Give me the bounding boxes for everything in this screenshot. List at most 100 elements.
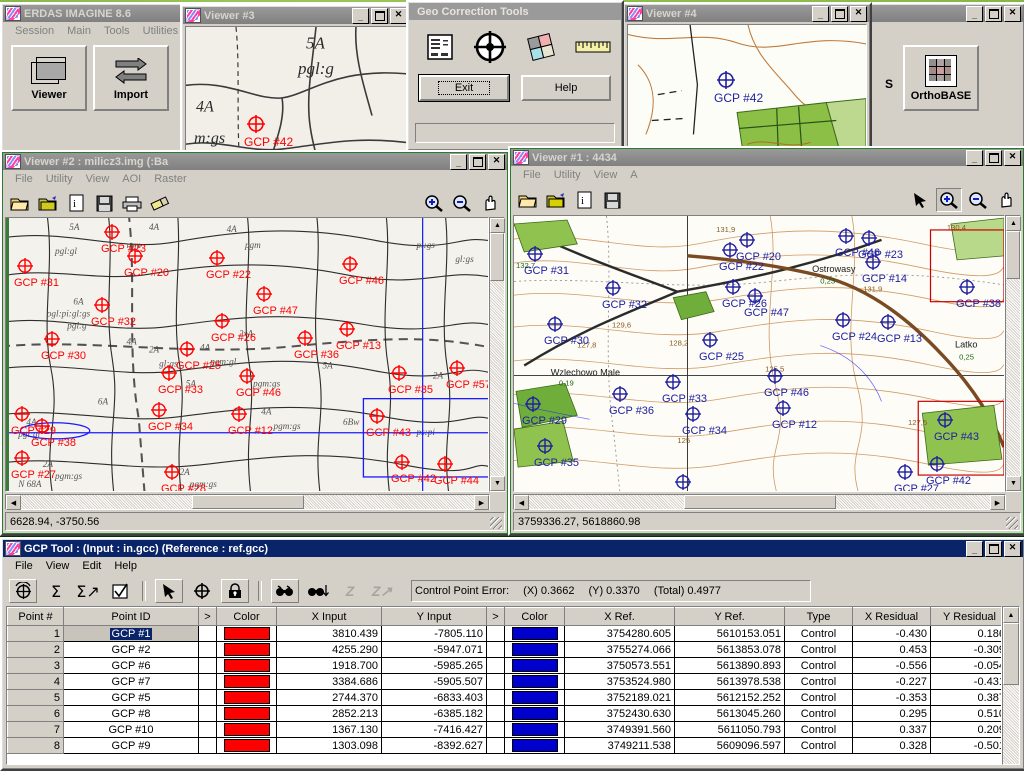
y-residual-cell[interactable]: 0.209 xyxy=(930,721,1001,738)
input-color-cell[interactable] xyxy=(216,705,277,722)
color-swatch[interactable] xyxy=(223,691,270,704)
type-cell[interactable]: Control xyxy=(784,689,853,706)
scroll-track[interactable] xyxy=(1003,685,1019,764)
y-residual-cell[interactable]: -0.054 xyxy=(930,657,1001,674)
x-residual-cell[interactable]: 0.337 xyxy=(852,721,931,738)
y-input-cell[interactable]: -5947.071 xyxy=(381,641,487,658)
close-button[interactable]: ✕ xyxy=(390,7,407,24)
ref-color-cell[interactable] xyxy=(504,721,565,738)
menu-main[interactable]: Main xyxy=(61,24,98,38)
image-mosaic-icon[interactable] xyxy=(525,31,557,66)
point-number-cell[interactable]: 7 xyxy=(7,721,64,738)
gcp-column-header[interactable]: X Residual xyxy=(852,607,931,626)
x-ref-cell[interactable]: 3753524.980 xyxy=(564,673,675,690)
erdas-window-controls[interactable]: _ ✕ xyxy=(966,5,1021,22)
select-gcp-tool-icon[interactable] xyxy=(9,579,37,603)
gcp-window-controls[interactable]: _ ✕ xyxy=(966,540,1021,557)
ref-color-cell[interactable] xyxy=(504,625,565,642)
scroll-thumb[interactable] xyxy=(490,233,504,281)
y-residual-cell[interactable]: -0.309 xyxy=(930,641,1001,658)
x-input-cell[interactable]: 3810.439 xyxy=(276,625,382,642)
y-input-cell[interactable]: -5985.265 xyxy=(381,657,487,674)
scroll-track[interactable] xyxy=(21,495,192,509)
color-swatch[interactable] xyxy=(511,723,558,736)
expand-input-cell[interactable] xyxy=(198,673,217,690)
color-swatch[interactable] xyxy=(511,691,558,704)
point-id-cell[interactable]: GCP #5 xyxy=(63,689,199,706)
gcp-tool-titlebar[interactable]: GCP Tool : (Input : in.gcc) (Reference :… xyxy=(3,540,1023,557)
menu-edit[interactable]: Edit xyxy=(76,559,108,573)
y-residual-cell[interactable]: 0.510 xyxy=(930,705,1001,722)
x-ref-cell[interactable]: 3750573.551 xyxy=(564,657,675,674)
viewer2-map-canvas[interactable]: 5A 4A 4A pgl:gl rgm pgm 6A ogl:pi:gl:gs pgl:g … xyxy=(5,217,489,492)
point-id-cell[interactable]: GCP #10 xyxy=(63,721,199,738)
pan-icon[interactable] xyxy=(478,192,502,214)
x-input-cell[interactable]: 1303.098 xyxy=(276,737,382,754)
menu-aoi[interactable]: AOI xyxy=(116,172,148,186)
scroll-thumb[interactable] xyxy=(683,495,836,509)
maximize-button[interactable] xyxy=(985,149,1002,166)
color-swatch[interactable] xyxy=(223,643,270,656)
ref-color-cell[interactable] xyxy=(504,641,565,658)
gcp-table-body[interactable]: 1 GCP #1 3810.439 -7805.110 3754280.605 56101… xyxy=(7,625,1001,754)
gcp-column-header[interactable]: X Input xyxy=(276,607,382,626)
sigma-icon[interactable]: Σ xyxy=(43,580,69,602)
gcp-column-header[interactable]: X Ref. xyxy=(564,607,675,626)
point-id-cell[interactable]: GCP #2 xyxy=(63,641,199,658)
eraser-icon[interactable] xyxy=(148,192,172,214)
menu-utilities[interactable]: Utilities xyxy=(137,24,185,38)
x-ref-cell[interactable]: 3749211.538 xyxy=(564,737,675,754)
input-color-cell[interactable] xyxy=(216,721,277,738)
gcp-column-header[interactable]: Point ID xyxy=(63,607,199,626)
y-input-cell[interactable]: -5905.507 xyxy=(381,673,487,690)
y-ref-cell[interactable]: 5612152.252 xyxy=(674,689,785,706)
open-icon[interactable] xyxy=(8,192,32,214)
menu-view[interactable]: View xyxy=(40,559,77,573)
table-row[interactable]: 4 GCP #7 3384.686 -5905.507 3753524.980 56139… xyxy=(7,673,1001,690)
y-input-cell[interactable]: -8392.627 xyxy=(381,737,487,754)
color-swatch[interactable] xyxy=(223,627,270,640)
expand-ref-cell[interactable] xyxy=(486,657,505,674)
x-residual-cell[interactable]: 0.328 xyxy=(852,737,931,754)
x-residual-cell[interactable]: -0.430 xyxy=(852,625,931,642)
input-color-cell[interactable] xyxy=(216,625,277,642)
point-number-cell[interactable]: 3 xyxy=(7,657,64,674)
x-ref-cell[interactable]: 3752189.021 xyxy=(564,689,675,706)
type-cell[interactable]: Control xyxy=(784,737,853,754)
gcp-column-header[interactable]: > xyxy=(198,607,217,626)
maximize-button[interactable] xyxy=(831,5,848,22)
viewer3-gcp-marker[interactable]: GCP #42 xyxy=(244,115,340,152)
viewer1-window-controls[interactable]: _ ✕ xyxy=(966,149,1021,166)
point-number-cell[interactable]: 2 xyxy=(7,641,64,658)
x-input-cell[interactable]: 4255.290 xyxy=(276,641,382,658)
import-button[interactable]: Import xyxy=(93,45,169,111)
color-swatch[interactable] xyxy=(511,643,558,656)
scroll-thumb[interactable] xyxy=(191,495,304,509)
save-icon[interactable] xyxy=(92,192,116,214)
y-ref-cell[interactable]: 5613045.260 xyxy=(674,705,785,722)
scroll-up-button[interactable]: ▲ xyxy=(490,218,505,233)
minimize-button[interactable]: _ xyxy=(966,149,983,166)
color-swatch[interactable] xyxy=(223,675,270,688)
expand-input-cell[interactable] xyxy=(198,689,217,706)
y-ref-cell[interactable]: 5613978.538 xyxy=(674,673,785,690)
x-input-cell[interactable]: 2744.370 xyxy=(276,689,382,706)
match-gcp-icon[interactable] xyxy=(271,579,299,603)
close-button[interactable]: ✕ xyxy=(1004,5,1021,22)
scroll-left-button[interactable]: ◀ xyxy=(6,495,21,510)
x-residual-cell[interactable]: -0.227 xyxy=(852,673,931,690)
viewer1-horizontal-scrollbar[interactable]: ◀ ▶ xyxy=(513,494,1006,510)
viewer2-vertical-scrollbar[interactable]: ▲ ▼ xyxy=(489,217,505,492)
gcp-table-vertical-scrollbar[interactable]: ▲ xyxy=(1002,606,1020,765)
y-input-cell[interactable]: -7805.110 xyxy=(381,625,487,642)
maximize-button[interactable] xyxy=(985,5,1002,22)
gcp-column-header[interactable]: Y Ref. xyxy=(674,607,785,626)
y-ref-cell[interactable]: 5610153.051 xyxy=(674,625,785,642)
point-id-cell[interactable]: GCP #1 xyxy=(63,625,199,642)
scroll-up-button[interactable]: ▲ xyxy=(1006,216,1021,231)
pan-icon[interactable] xyxy=(994,189,1018,211)
table-row[interactable]: 1 GCP #1 3810.439 -7805.110 3754280.605 56101… xyxy=(7,625,1001,642)
expand-input-cell[interactable] xyxy=(198,625,217,642)
minimize-button[interactable]: _ xyxy=(966,540,983,557)
minimize-button[interactable]: _ xyxy=(352,7,369,24)
